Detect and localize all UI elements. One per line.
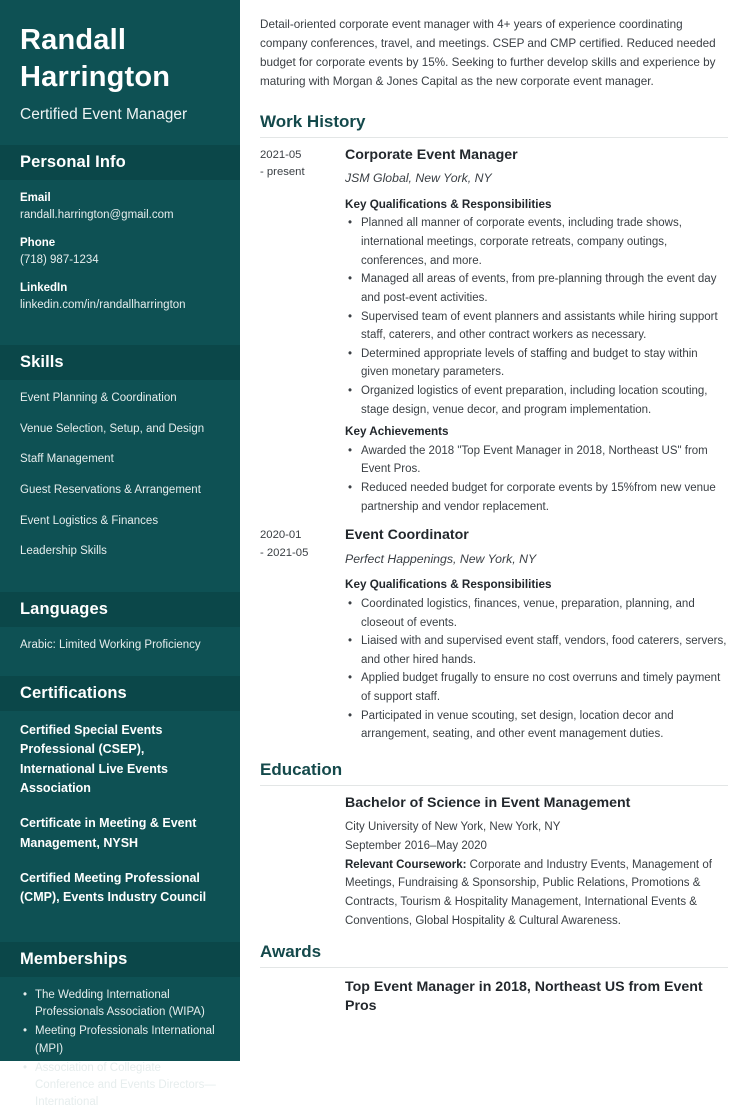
work-entry-company: Perfect Happenings, New York, NY — [345, 551, 537, 566]
skill-item: Leadership Skills — [20, 545, 107, 558]
work-entry-achievements-label: Key Achievements — [345, 425, 449, 439]
education-date-spacer — [260, 794, 345, 930]
education-entry: Bachelor of Science in Event Management … — [260, 794, 728, 930]
bullet-item: Managed all areas of events, from pre-pl… — [348, 270, 728, 307]
contact-label-linkedin: LinkedIn — [20, 282, 68, 295]
work-entry-qualifications-label: Key Qualifications & Responsibilities — [345, 197, 552, 211]
name-block: Randall Harrington Certified Event Manag… — [0, 0, 240, 129]
work-entry-title: Corporate Event Manager — [345, 146, 518, 163]
membership-item: Association of Collegiate Conference and… — [23, 1060, 220, 1112]
bullet-item: Liaised with and supervised event staff,… — [348, 632, 728, 669]
work-entry-qualifications-label: Key Qualifications & Responsibilities — [345, 578, 552, 592]
bullet-item: Participated in venue scouting, set desi… — [348, 707, 728, 744]
education-dates: September 2016–May 2020 — [345, 840, 487, 852]
section-awards: Awards Top Event Manager in 2018, Northe… — [260, 942, 728, 1015]
certification-item: Certified Special Events Professional (C… — [20, 722, 168, 795]
bullet-item: Planned all manner of corporate events, … — [348, 214, 728, 270]
contact-value-email[interactable]: randall.harrington@gmail.com — [20, 207, 220, 224]
section-work-history: Work History 2021-05 - present Corporate… — [260, 112, 728, 748]
work-entry: 2020-01 - 2021-05 Event Coordinator Perf… — [260, 526, 728, 748]
work-entry-date-start: 2021-05 — [260, 148, 302, 161]
work-entry-date-start: 2020-01 — [260, 529, 302, 542]
main-content: Detail-oriented corporate event manager … — [240, 0, 750, 1061]
work-entry-date-end: - present — [260, 166, 305, 179]
professional-summary: Detail-oriented corporate event manager … — [260, 18, 716, 88]
candidate-name: Randall Harrington — [20, 24, 171, 94]
contact-label-phone: Phone — [20, 237, 56, 250]
bullet-item: Reduced needed budget for corporate even… — [348, 479, 728, 516]
award-title: Top Event Manager in 2018, Northeast US … — [345, 979, 703, 1014]
candidate-job-title: Certified Event Manager — [20, 106, 188, 124]
section-title-work-history: Work History — [260, 112, 728, 138]
skill-item: Venue Selection, Setup, and Design — [20, 422, 205, 435]
membership-item: The Wedding International Professionals … — [23, 987, 220, 1022]
contact-label-email: Email — [20, 192, 51, 205]
education-school: City University of New York, New York, N… — [345, 821, 561, 834]
contact-value-linkedin[interactable]: linkedin.com/in/randallharrington — [20, 297, 220, 314]
sidebar-heading-personal-info: Personal Info — [0, 145, 240, 181]
award-entry: Top Event Manager in 2018, Northeast US … — [260, 968, 728, 1015]
work-entry-company: JSM Global, New York, NY — [345, 171, 492, 186]
work-entry-achievements-list: Awarded the 2018 "Top Event Manager in 2… — [345, 442, 728, 517]
section-title-education: Education — [260, 760, 728, 786]
memberships-list: The Wedding International Professionals … — [0, 977, 240, 1118]
bullet-item: Awarded the 2018 "Top Event Manager in 2… — [348, 442, 728, 479]
contact-item-phone: Phone (718) 987-1234 — [20, 235, 220, 269]
education-degree: Bachelor of Science in Event Management — [345, 794, 631, 811]
bullet-item: Organized logistics of event preparation… — [348, 382, 728, 419]
sidebar: Randall Harrington Certified Event Manag… — [0, 0, 240, 1108]
work-entry-qualifications-list: Coordinated logistics, finances, venue, … — [345, 595, 728, 744]
work-entry-dates: 2021-05 - present — [260, 146, 345, 521]
sidebar-heading-languages: Languages — [0, 592, 240, 628]
award-date-spacer — [260, 978, 345, 1015]
work-entry-title: Event Coordinator — [345, 527, 469, 544]
bullet-item: Supervised team of event planners and as… — [348, 308, 728, 345]
skill-item: Staff Management — [20, 453, 114, 466]
work-entry: 2021-05 - present Corporate Event Manage… — [260, 146, 728, 521]
sidebar-heading-skills: Skills — [0, 345, 240, 381]
skill-item: Event Planning & Coordination — [20, 392, 177, 405]
sidebar-heading-memberships: Memberships — [0, 941, 240, 977]
sidebar-heading-certifications: Certifications — [0, 675, 240, 711]
education-coursework: Relevant Coursework: Corporate and Indus… — [345, 856, 728, 931]
bullet-item: Applied budget frugally to ensure no cos… — [348, 669, 728, 706]
work-entry-qualifications-list: Planned all manner of corporate events, … — [345, 214, 728, 419]
membership-item: Meeting Professionals International (MPI… — [23, 1023, 220, 1058]
contact-item-linkedin: LinkedIn linkedin.com/in/randallharringt… — [20, 280, 220, 314]
bullet-item: Determined appropriate levels of staffin… — [348, 345, 728, 382]
section-title-awards: Awards — [260, 942, 728, 969]
bullet-item: Coordinated logistics, finances, venue, … — [348, 595, 728, 632]
skill-item: Event Logistics & Finances — [20, 514, 159, 527]
contact-value-phone[interactable]: (718) 987-1234 — [20, 252, 220, 269]
certifications-list: Certified Special Events Professional (C… — [0, 711, 240, 928]
certification-item: Certificate in Meeting & Event Managemen… — [20, 816, 197, 850]
skill-item: Guest Reservations & Arrangement — [20, 484, 201, 497]
personal-info-list: Email randall.harrington@gmail.com Phone… — [0, 180, 240, 329]
certification-item: Certified Meeting Professional (CMP), Ev… — [20, 871, 207, 905]
contact-item-email: Email randall.harrington@gmail.com — [20, 190, 220, 224]
language-item: Arabic: Limited Working Proficiency — [20, 639, 201, 652]
languages-list: Arabic: Limited Working Proficiency — [0, 627, 240, 662]
resume-page: Randall Harrington Certified Event Manag… — [0, 0, 750, 1108]
skills-list: Event Planning & Coordination Venue Sele… — [0, 380, 240, 578]
section-education: Education Bachelor of Science in Event M… — [260, 760, 728, 930]
work-entry-dates: 2020-01 - 2021-05 — [260, 526, 345, 748]
education-coursework-label: Relevant Coursework: — [345, 858, 467, 871]
work-entry-date-end: - 2021-05 — [260, 546, 309, 559]
